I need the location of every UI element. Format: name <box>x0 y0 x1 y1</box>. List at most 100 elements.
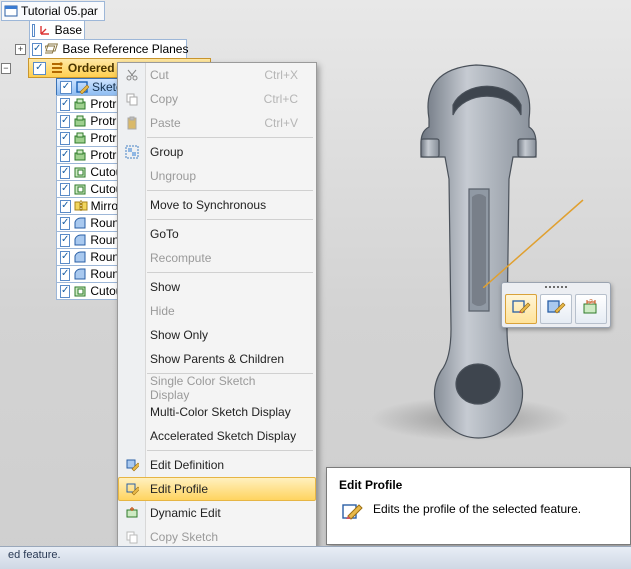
menu-item-label: Paste <box>150 116 181 130</box>
menu-editprof[interactable]: Edit Profile <box>118 477 316 501</box>
tree-feature-protrusion[interactable]: Protru <box>56 95 122 113</box>
menu-goto[interactable]: GoTo <box>118 222 316 246</box>
menu-item-label: Accelerated Sketch Display <box>150 429 296 443</box>
sketch-icon <box>75 80 89 94</box>
mirror-icon <box>74 199 88 213</box>
menu-dynedit[interactable]: Dynamic Edit <box>118 501 316 525</box>
dynedit-icon <box>123 504 141 522</box>
protrusion-icon <box>73 131 87 145</box>
checkbox[interactable] <box>60 166 70 179</box>
checkbox[interactable] <box>60 234 70 247</box>
menu-item-label: Show Parents & Children <box>150 352 284 366</box>
tree-feature-round[interactable]: Roun <box>56 214 122 232</box>
context-menu: CutCtrl+X Copy Ctrl+C Paste Ctrl+V Group Ungro… <box>117 62 317 569</box>
menu-item-label: Move to Synchronous <box>150 198 266 212</box>
tree-feature-sketch[interactable]: Sketc <box>56 78 126 96</box>
checkbox[interactable] <box>32 24 35 37</box>
tree-feature-cutout[interactable]: Cutou <box>56 163 122 181</box>
tree-root-label: Tutorial 05.par <box>21 4 98 18</box>
tree-root[interactable]: Tutorial 05.par <box>1 1 105 21</box>
checkbox[interactable] <box>60 268 70 281</box>
menu-item-label: Ungroup <box>150 169 196 183</box>
checkbox[interactable] <box>33 62 46 75</box>
menu-multi[interactable]: Multi-Color Sketch Display <box>118 400 316 424</box>
tree-base[interactable]: Base <box>29 20 85 40</box>
menu-group[interactable]: Group <box>118 140 316 164</box>
menu-movesync[interactable]: Move to Synchronous <box>118 193 316 217</box>
menu-item-label: Copy <box>150 92 178 106</box>
status-bar: ed feature. <box>0 546 631 569</box>
tree-item-label: Roun <box>90 250 119 264</box>
menu-recompute: Recompute <box>118 246 316 270</box>
checkbox[interactable] <box>60 132 70 145</box>
edit-profile-icon <box>339 502 363 526</box>
menu-showpc[interactable]: Show Parents & Children <box>118 347 316 371</box>
menu-item-shortcut: Ctrl+C <box>264 92 298 106</box>
menu-accel[interactable]: Accelerated Sketch Display <box>118 424 316 448</box>
tree-item-label: Roun <box>90 233 119 247</box>
expand-toggle[interactable]: + <box>15 44 26 55</box>
tooltip-body: Edits the profile of the selected featur… <box>373 502 581 516</box>
tree-item-label: Base <box>55 23 82 37</box>
tree-feature-cutout[interactable]: Cutou <box>56 180 122 198</box>
tree-item-label: Mirro <box>91 199 118 213</box>
tree-feature-protrusion[interactable]: Protru <box>56 146 122 164</box>
tree-feature-round[interactable]: Roun <box>56 265 122 283</box>
toolbar-dynamic-edit-icon[interactable]: 2 <box>575 294 607 324</box>
checkbox[interactable] <box>60 115 70 128</box>
tree-feature-mirror[interactable]: Mirro <box>56 197 122 215</box>
cutout-icon <box>73 284 87 298</box>
checkbox[interactable] <box>60 251 70 264</box>
round-icon <box>73 216 87 230</box>
menu-item-label: Dynamic Edit <box>150 506 221 520</box>
copy-icon <box>123 90 141 108</box>
checkbox[interactable] <box>60 149 70 162</box>
tree-item-label: Roun <box>90 267 119 281</box>
coordsys-icon <box>38 23 52 37</box>
checkbox[interactable] <box>60 81 72 94</box>
tree-ref-planes[interactable]: Base Reference Planes <box>29 39 187 59</box>
round-icon <box>73 250 87 264</box>
menu-single: Single Color Sketch Display <box>118 376 316 400</box>
menu-editdef[interactable]: Edit Definition <box>118 453 316 477</box>
menu-copy: Copy Ctrl+C <box>118 87 316 111</box>
round-icon <box>73 233 87 247</box>
editdef-icon <box>123 456 141 474</box>
checkbox[interactable] <box>60 285 70 298</box>
edit-profile-icon <box>511 299 531 320</box>
protrusion-icon <box>73 97 87 111</box>
tree-feature-protrusion[interactable]: Protru <box>56 129 122 147</box>
menu-item-label: GoTo <box>150 227 179 241</box>
tree-feature-protrusion[interactable]: Protru <box>56 112 122 130</box>
copysketch-icon <box>123 528 141 546</box>
checkbox[interactable] <box>60 98 70 111</box>
checkbox[interactable] <box>60 183 70 196</box>
menu-item-label: Copy Sketch <box>150 530 218 544</box>
menu-item-label: Edit Definition <box>150 458 224 472</box>
checkbox[interactable] <box>60 200 71 213</box>
menu-item-shortcut: Ctrl+V <box>264 116 298 130</box>
toolbar-edit-definition-icon[interactable] <box>540 294 572 324</box>
menu-item-label: Edit Profile <box>150 482 208 496</box>
menu-cut: CutCtrl+X <box>118 63 316 87</box>
tree-item-label: Ordered <box>68 61 115 75</box>
round-icon <box>73 267 87 281</box>
tree-feature-round[interactable]: Roun <box>56 231 122 249</box>
edit-definition-icon <box>546 299 566 320</box>
menu-item-label: Recompute <box>150 251 211 265</box>
paste-icon <box>123 114 141 132</box>
toolbar-edit-profile-icon[interactable] <box>505 294 537 324</box>
tree-feature-cutout[interactable]: Cutou <box>56 282 122 300</box>
toolbar-grip[interactable] <box>502 283 610 291</box>
menu-item-label: Group <box>150 145 183 159</box>
model-viewport[interactable] <box>361 49 588 449</box>
menu-show[interactable]: Show <box>118 275 316 299</box>
menu-item-label: Show Only <box>150 328 208 342</box>
checkbox[interactable] <box>60 217 70 230</box>
menu-showonly[interactable]: Show Only <box>118 323 316 347</box>
tree-feature-round[interactable]: Roun <box>56 248 122 266</box>
protrusion-icon <box>73 148 87 162</box>
expand-toggle[interactable]: − <box>1 63 11 74</box>
floating-toolbar[interactable]: 2 <box>501 282 611 328</box>
checkbox[interactable] <box>32 43 42 56</box>
